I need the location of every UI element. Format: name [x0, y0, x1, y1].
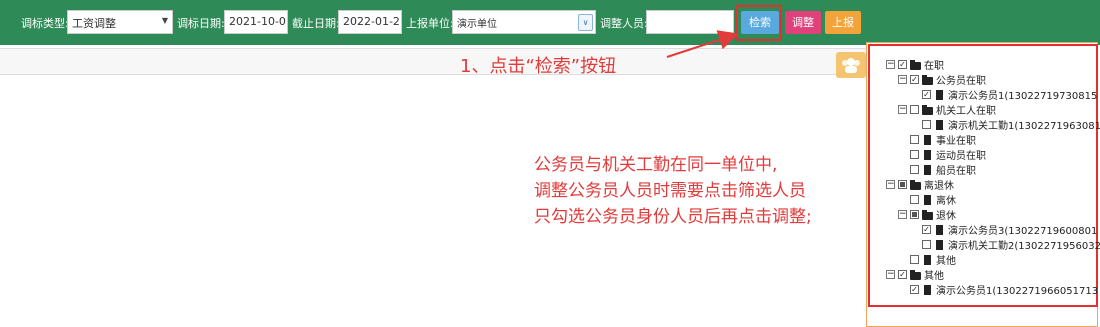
- tree-checkbox[interactable]: [910, 255, 919, 264]
- file-icon: [922, 149, 933, 160]
- collapse-toggle-icon[interactable]: −: [898, 105, 907, 114]
- type-select-value: 工资调整: [72, 17, 116, 30]
- unit-select[interactable]: 演示单位 ∨: [452, 10, 596, 34]
- date-input[interactable]: 2021-10-01: [224, 10, 288, 34]
- folder-icon: [910, 179, 921, 190]
- tree-node[interactable]: 事业在职: [898, 132, 976, 147]
- instruction-note: 公务员与机关工勤在同一单位中, 调整公务员人员时需要点击筛选人员 只勾选公务员身…: [534, 152, 812, 230]
- tree-checkbox[interactable]: [910, 165, 919, 174]
- tree-node-label: 演示公务员3(13022719600801: [948, 226, 1098, 237]
- tree-checkbox[interactable]: [922, 240, 931, 249]
- end-date-label: 截止日期:: [292, 17, 340, 30]
- tree-node-label: 在职: [924, 61, 944, 72]
- tree-node[interactable]: − ✓ 其他: [886, 267, 944, 282]
- tree-node[interactable]: ✓ 演示公务员3(13022719600801: [910, 222, 1097, 237]
- tree-node-label: 演示公务员1(1302271966051713: [936, 286, 1099, 297]
- type-select[interactable]: 工资调整 ▼: [67, 10, 173, 34]
- folder-icon: [922, 74, 933, 85]
- file-icon: [922, 284, 933, 295]
- tree-checkbox[interactable]: [898, 180, 907, 189]
- tree-checkbox[interactable]: [910, 105, 919, 114]
- tree-node[interactable]: ✓ 演示公务员1(1302271966051713: [898, 282, 1098, 297]
- date-label: 调标日期:: [177, 17, 225, 30]
- file-icon: [934, 89, 945, 100]
- collapse-toggle-icon[interactable]: −: [886, 270, 895, 279]
- end-date-input-value: 2022-01-21: [343, 15, 402, 28]
- tree-checkbox[interactable]: [910, 150, 919, 159]
- note-line: 公务员与机关工勤在同一单位中,: [534, 155, 778, 175]
- tree-node-label: 离退休: [924, 181, 954, 192]
- tree-checkbox[interactable]: [922, 120, 931, 129]
- report-button[interactable]: 上报: [825, 11, 861, 34]
- tree-node[interactable]: 船员在职: [898, 162, 976, 177]
- file-icon: [934, 224, 945, 235]
- folder-icon: [922, 104, 933, 115]
- collapse-toggle-icon[interactable]: −: [886, 180, 895, 189]
- file-icon: [922, 194, 933, 205]
- tree-node-label: 机关工人在职: [936, 106, 996, 117]
- person-input[interactable]: [646, 10, 734, 34]
- file-icon: [922, 164, 933, 175]
- person-label: 调整人员:: [600, 17, 648, 30]
- folder-icon: [910, 59, 921, 70]
- tree-node[interactable]: ✓ 演示公务员1(13022719730815: [910, 87, 1097, 102]
- type-label: 调标类型:: [21, 17, 69, 30]
- tree-checkbox[interactable]: ✓: [910, 75, 919, 84]
- folder-icon: [922, 209, 933, 220]
- tree-node[interactable]: − ✓ 公务员在职: [898, 72, 986, 87]
- tree-node-label: 运动员在职: [936, 151, 986, 162]
- file-icon: [922, 254, 933, 265]
- tree-node[interactable]: − 离退休: [886, 177, 954, 192]
- collapse-toggle-icon[interactable]: −: [898, 210, 907, 219]
- tree-node[interactable]: 其他: [898, 252, 956, 267]
- date-input-value: 2021-10-01: [229, 15, 288, 28]
- chevron-down-icon: ▼: [161, 16, 168, 25]
- tree-node-label: 离休: [936, 196, 956, 207]
- tree-node[interactable]: − ✓ 在职: [886, 57, 944, 72]
- tree-checkbox[interactable]: ✓: [922, 225, 931, 234]
- note-line: 调整公务员人员时需要点击筛选人员: [534, 181, 806, 201]
- tree-checkbox[interactable]: [910, 135, 919, 144]
- file-icon: [922, 134, 933, 145]
- chevron-down-icon: ∨: [578, 14, 593, 31]
- tree-node-label: 退休: [936, 211, 956, 222]
- collapse-toggle-icon[interactable]: −: [886, 60, 895, 69]
- file-icon: [934, 239, 945, 250]
- adjust-button[interactable]: 调整: [785, 11, 821, 34]
- tree-checkbox[interactable]: [910, 210, 919, 219]
- tree-checkbox[interactable]: ✓: [898, 60, 907, 69]
- tree-checkbox[interactable]: ✓: [910, 285, 919, 294]
- grid-header-strip: [0, 48, 866, 75]
- tree-node[interactable]: 离休: [898, 192, 956, 207]
- tree-node[interactable]: − 退休: [898, 207, 956, 222]
- users-icon[interactable]: [836, 52, 866, 78]
- tree-checkbox[interactable]: [910, 195, 919, 204]
- tree-node[interactable]: 演示机关工勤2(1302271956032: [910, 237, 1100, 252]
- collapse-toggle-icon[interactable]: −: [898, 75, 907, 84]
- tree-node-label: 其他: [924, 271, 944, 282]
- unit-select-value: 演示单位: [457, 19, 497, 30]
- end-date-input[interactable]: 2022-01-21: [338, 10, 402, 34]
- tree-node-label: 演示机关工勤2(1302271956032: [948, 241, 1100, 252]
- unit-label: 上报单位:: [406, 17, 454, 30]
- folder-icon: [910, 269, 921, 280]
- note-line: 只勾选公务员身份人员后再点击调整;: [534, 207, 812, 227]
- tree-node-label: 其他: [936, 256, 956, 267]
- tree-node-label: 演示机关工勤1(1302271963081: [948, 121, 1100, 132]
- tree-node-label: 演示公务员1(13022719730815: [948, 91, 1098, 102]
- tree-node[interactable]: 运动员在职: [898, 147, 986, 162]
- search-highlight-box: [735, 5, 782, 41]
- file-icon: [934, 119, 945, 130]
- tree-checkbox[interactable]: ✓: [898, 270, 907, 279]
- tree-checkbox[interactable]: ✓: [922, 90, 931, 99]
- tree-node-label: 公务员在职: [936, 76, 986, 87]
- tree-node[interactable]: 演示机关工勤1(1302271963081: [910, 117, 1100, 132]
- tree-node[interactable]: − 机关工人在职: [898, 102, 996, 117]
- tree-node-label: 事业在职: [936, 136, 976, 147]
- tree-node-label: 船员在职: [936, 166, 976, 177]
- step1-annotation: 1、点击“检索”按钮: [460, 56, 617, 77]
